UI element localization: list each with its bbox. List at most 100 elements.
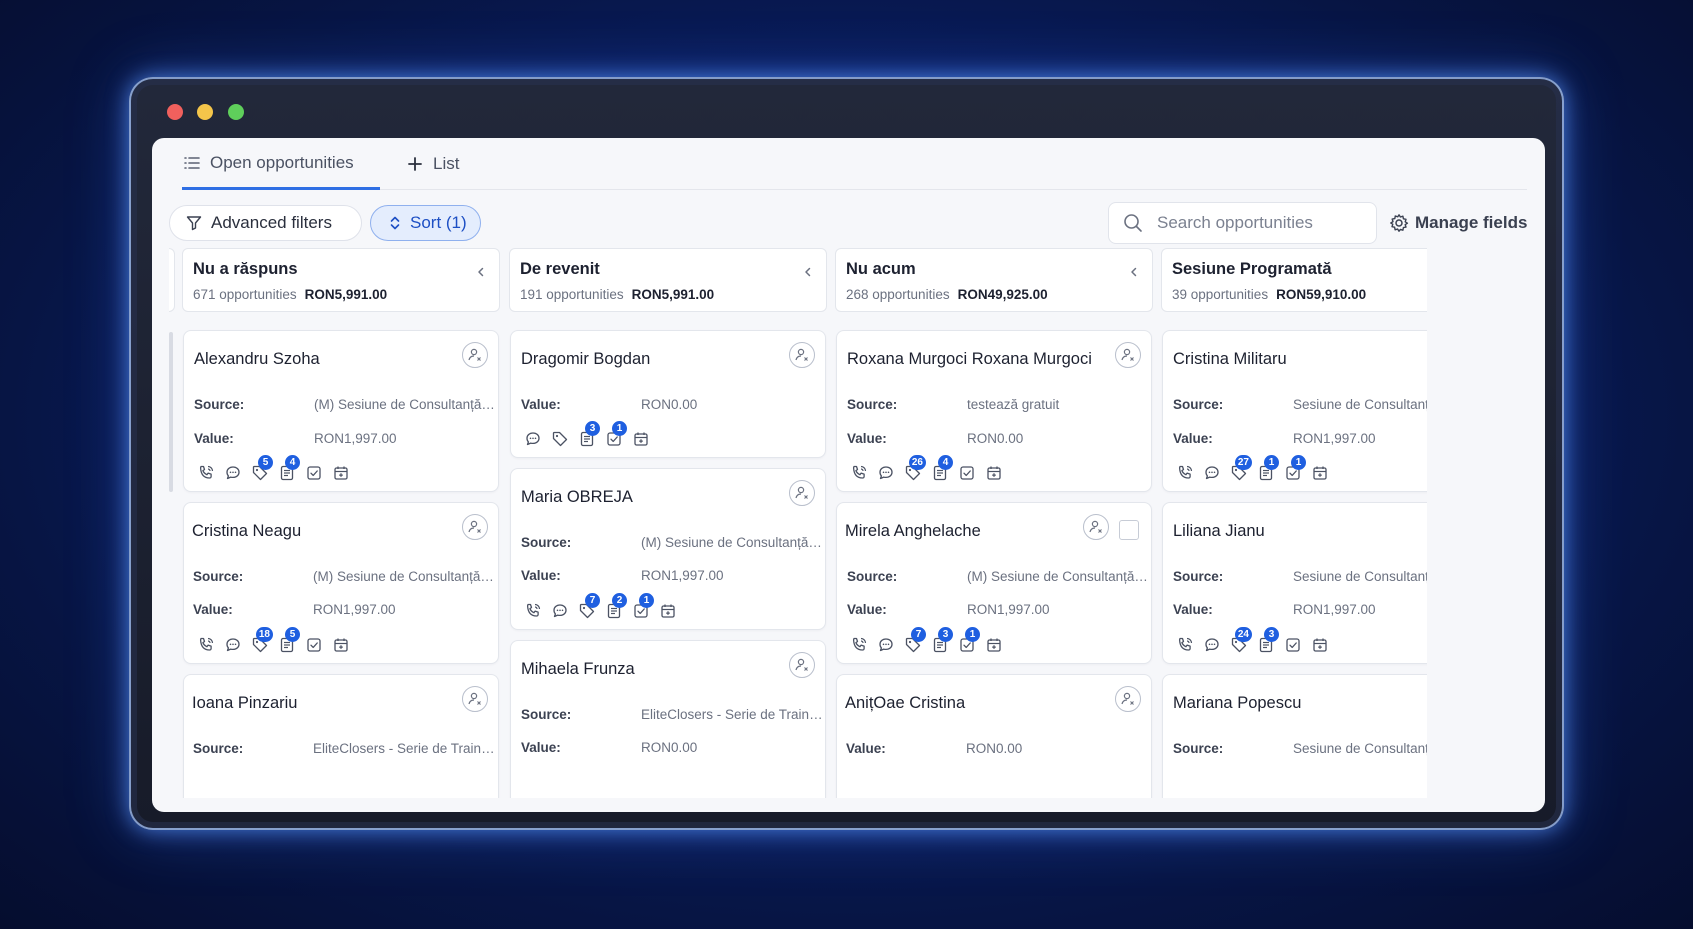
opportunity-card[interactable]: Maria OBREJA Source: (M) Sesiune de Consu… xyxy=(510,468,826,630)
source-row: Source: (M) Sesiune de Consultanță … xyxy=(847,569,1149,584)
user-assign-icon xyxy=(795,658,808,671)
opportunity-card[interactable]: Alexandru Szoha Source: (M) Sesiune de Co… xyxy=(183,330,499,492)
note-action[interactable]: 4 xyxy=(273,455,300,484)
tag-action[interactable]: 18 xyxy=(246,627,273,656)
tag-action[interactable]: 24 xyxy=(1225,627,1252,656)
sort-button[interactable]: Sort (1) xyxy=(370,205,481,241)
message-action[interactable] xyxy=(1198,634,1225,656)
assign-user-button[interactable] xyxy=(1115,342,1141,368)
assign-user-button[interactable] xyxy=(462,686,488,712)
note-action[interactable]: 2 xyxy=(600,593,627,622)
task-action[interactable] xyxy=(1279,634,1306,656)
appointment-action[interactable] xyxy=(327,634,354,656)
search-input[interactable] xyxy=(1157,213,1357,233)
tag-action[interactable]: 5 xyxy=(246,455,273,484)
task-action[interactable]: 1 xyxy=(953,627,980,656)
calendar-icon xyxy=(660,604,675,618)
chevron-left-icon[interactable] xyxy=(802,266,814,278)
appointment-action[interactable] xyxy=(1306,634,1333,656)
appointment-action[interactable] xyxy=(980,462,1007,484)
source-label: Source: xyxy=(1173,397,1224,412)
note-action[interactable]: 4 xyxy=(926,455,953,484)
stage-column: Nu a răspuns 671 opportunities RON5,991.0… xyxy=(182,248,500,798)
opportunity-card[interactable]: Mihaela Frunza Source: EliteClosers - Ser… xyxy=(510,640,826,798)
opportunity-card[interactable]: Mariana Popescu Source: Sesiune de Consul… xyxy=(1162,674,1427,798)
maximize-window-button[interactable] xyxy=(228,104,244,120)
source-value: EliteClosers - Serie de Traini… xyxy=(641,707,823,722)
tag-badge: 26 xyxy=(908,455,926,470)
tag-action[interactable]: 27 xyxy=(1225,455,1252,484)
assign-user-button[interactable] xyxy=(789,652,815,678)
task-action[interactable]: 1 xyxy=(627,593,654,622)
stage-summary: 191 opportunities RON5,991.00 xyxy=(520,287,826,302)
note-action[interactable]: 3 xyxy=(573,421,600,450)
advanced-filters-button[interactable]: Advanced filters xyxy=(169,205,362,241)
task-action[interactable] xyxy=(953,462,980,484)
tag-action[interactable] xyxy=(546,428,573,450)
note-action[interactable]: 5 xyxy=(273,627,300,656)
opportunity-card[interactable]: Ioana Pinzariu Source: EliteClosers - Ser… xyxy=(183,674,499,798)
call-action[interactable] xyxy=(845,462,872,484)
appointment-action[interactable] xyxy=(980,634,1007,656)
appointment-action[interactable] xyxy=(1306,462,1333,484)
task-action[interactable] xyxy=(300,634,327,656)
assign-user-button[interactable] xyxy=(462,342,488,368)
call-action[interactable] xyxy=(519,600,546,622)
message-action[interactable] xyxy=(872,462,899,484)
opportunity-card[interactable]: Cristina Militaru Source: Sesiune de Cons… xyxy=(1162,330,1427,492)
card-actions: 7 3 1 xyxy=(845,627,1007,656)
close-window-button[interactable] xyxy=(167,104,183,120)
opportunity-card[interactable]: Roxana Murgoci Roxana Murgoci Source: tes… xyxy=(836,330,1152,492)
tab-label: List xyxy=(433,154,460,173)
message-action[interactable] xyxy=(546,600,573,622)
manage-fields-button[interactable]: Manage fields xyxy=(1389,205,1527,241)
tag-action[interactable]: 7 xyxy=(573,593,600,622)
opportunity-card[interactable]: AnițOae Cristina Value: RON0.00 xyxy=(836,674,1152,798)
tab-add-list[interactable]: List xyxy=(406,138,459,190)
opportunity-card[interactable]: Cristina Neagu Source: (M) Sesiune de Con… xyxy=(183,502,499,664)
assign-user-button[interactable] xyxy=(1115,686,1141,712)
task-action[interactable]: 1 xyxy=(1279,455,1306,484)
note-action[interactable]: 1 xyxy=(1252,455,1279,484)
search-box xyxy=(1108,202,1377,244)
call-action[interactable] xyxy=(845,634,872,656)
minimize-window-button[interactable] xyxy=(197,104,213,120)
call-action[interactable] xyxy=(192,634,219,656)
appointment-action[interactable] xyxy=(327,462,354,484)
note-action[interactable]: 3 xyxy=(926,627,953,656)
message-action[interactable] xyxy=(519,428,546,450)
chevron-left-icon[interactable] xyxy=(1128,266,1140,278)
message-action[interactable] xyxy=(219,634,246,656)
call-action[interactable] xyxy=(1171,634,1198,656)
opportunity-card[interactable]: Mirela Anghelache Source: (M) Sesiune de … xyxy=(836,502,1152,664)
message-action[interactable] xyxy=(1198,462,1225,484)
assign-user-button[interactable] xyxy=(1083,514,1109,540)
note-action[interactable]: 3 xyxy=(1252,627,1279,656)
task-action[interactable] xyxy=(300,462,327,484)
tab-open-opportunities[interactable]: Open opportunities xyxy=(182,138,380,190)
message-action[interactable] xyxy=(219,462,246,484)
call-action[interactable] xyxy=(192,462,219,484)
tag-action[interactable]: 26 xyxy=(899,455,926,484)
select-card-checkbox[interactable] xyxy=(1119,520,1139,540)
appointment-action[interactable] xyxy=(627,428,654,450)
stage-summary: 268 opportunities RON49,925.00 xyxy=(846,287,1152,302)
source-label: Source: xyxy=(193,741,244,756)
card-actions: 26 4 xyxy=(845,455,1007,484)
tag-action[interactable]: 7 xyxy=(899,627,926,656)
chevron-left-icon[interactable] xyxy=(475,266,487,278)
value-label: Value: xyxy=(846,741,886,756)
call-action[interactable] xyxy=(1171,462,1198,484)
task-action[interactable]: 1 xyxy=(600,421,627,450)
assign-user-button[interactable] xyxy=(789,342,815,368)
opportunity-card[interactable]: Dragomir Bogdan Value: RON0.00 3 1 xyxy=(510,330,826,458)
assign-user-button[interactable] xyxy=(789,480,815,506)
column-scrollbar[interactable] xyxy=(169,332,173,492)
appointment-action[interactable] xyxy=(654,600,681,622)
stage-count: 268 opportunities xyxy=(846,287,950,302)
opportunity-card[interactable]: Liliana Jianu Source: Sesiune de Consulta… xyxy=(1162,502,1427,664)
assign-user-button[interactable] xyxy=(462,514,488,540)
source-value: testează gratuit xyxy=(967,397,1060,412)
message-action[interactable] xyxy=(872,634,899,656)
source-label: Source: xyxy=(194,397,245,412)
